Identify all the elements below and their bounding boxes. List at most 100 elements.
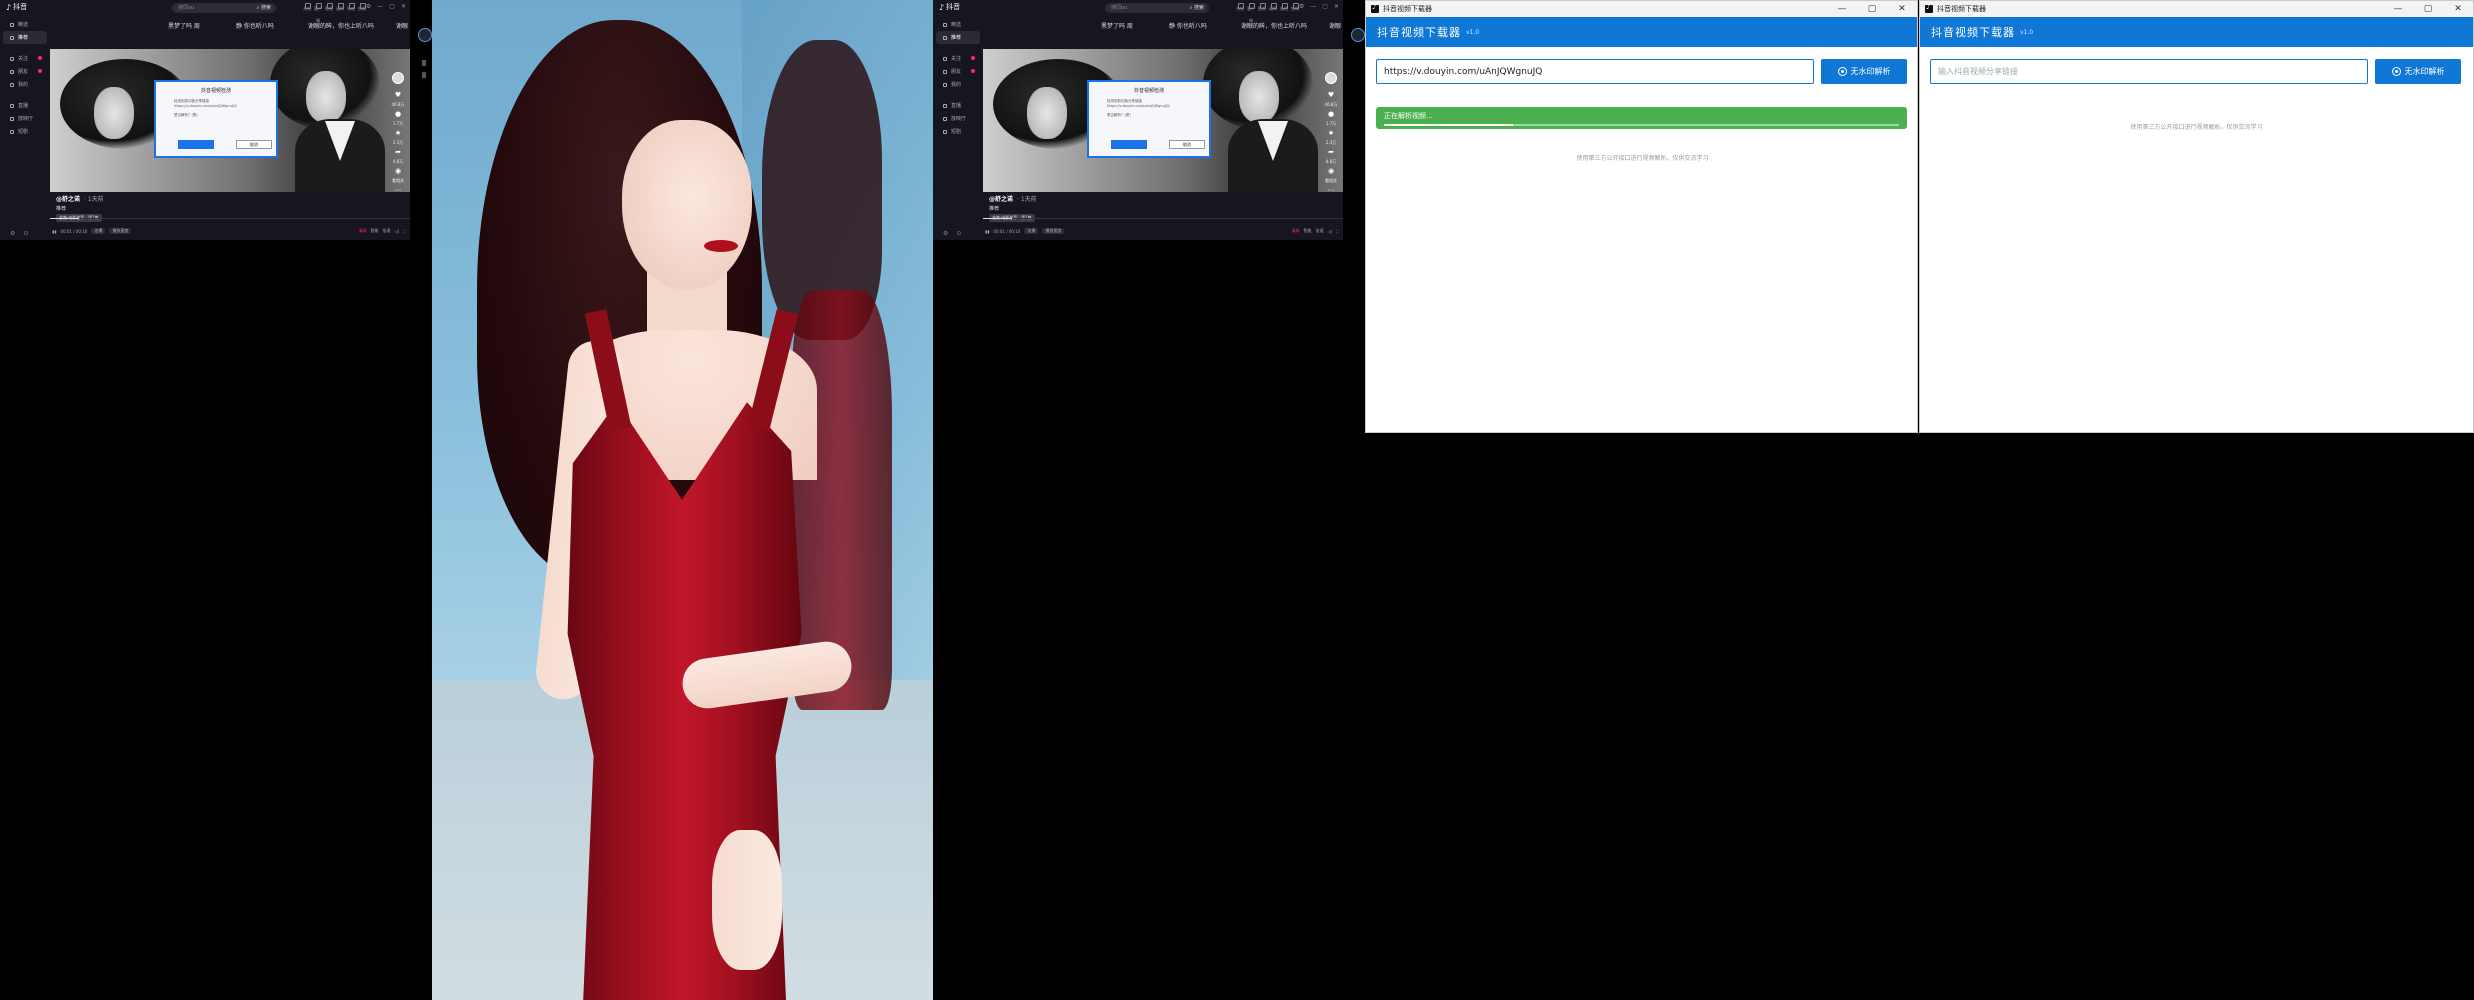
speed-pill[interactable]: 播放速度 [1042, 228, 1065, 234]
settings-icon[interactable]: ⚙ [1299, 3, 1304, 10]
share-icon[interactable]: ➦ [1328, 149, 1334, 156]
speed-button[interactable]: 倍速 [1316, 228, 1324, 234]
author-avatar[interactable] [1325, 72, 1337, 84]
author-name[interactable]: @舒之诺 [989, 196, 1013, 203]
title-bar[interactable]: 抖音视频下载器 —▢✕ [1920, 1, 2473, 17]
author-avatar[interactable] [392, 72, 404, 84]
sidebar-item-mine[interactable]: 我的 [933, 78, 983, 91]
sidebar-item-live[interactable]: 直播 [0, 99, 50, 112]
play-icon[interactable]: ▮▮ [985, 229, 989, 234]
like-icon[interactable]: ♥ [1328, 92, 1334, 99]
star-icon[interactable]: ★ [1328, 130, 1334, 137]
speed-pill[interactable]: 播放速度 [109, 228, 132, 234]
hot-topic[interactable]: 谢眼的眸，你也上听八吗 [1241, 21, 1307, 30]
video-progress[interactable] [983, 218, 1343, 219]
hot-topic[interactable]: 黑梦了吗 周 [1101, 21, 1133, 30]
parse-button[interactable]: 无水印解析 [2375, 59, 2461, 84]
speed-button[interactable]: 倍速 [383, 228, 391, 234]
sidebar-item-live[interactable]: 直播 [933, 99, 983, 112]
autoplay-pill[interactable]: 连播 [91, 228, 106, 234]
search-button[interactable]: ⌕ 搜索 [1187, 4, 1207, 12]
clear-screen-toggle[interactable]: 清屏 [1292, 228, 1300, 234]
floating-ball-icon[interactable] [418, 28, 432, 42]
close-icon[interactable]: ✕ [401, 3, 406, 10]
notify-icon[interactable]: 通知 [1269, 3, 1277, 13]
settings-icon[interactable]: ⚙ [366, 3, 371, 10]
minimize-icon[interactable]: — [1827, 1, 1857, 17]
hot-topic[interactable]: 静 你也听八吗 [236, 21, 274, 30]
client-icon[interactable]: 客户端 [314, 3, 322, 23]
hot-topic[interactable]: 谢眼 [1329, 21, 1341, 30]
related-icon[interactable]: ◉ [1328, 168, 1334, 175]
maximize-icon[interactable]: ▢ [1857, 1, 1887, 17]
comment-icon[interactable]: ● [1328, 111, 1334, 118]
share-icon[interactable]: ➦ [395, 149, 401, 156]
video-progress[interactable] [50, 218, 410, 219]
quality-button[interactable]: 智能 [1304, 228, 1312, 234]
douyin-logo[interactable]: ♪ 抖音 [6, 2, 27, 12]
author-name[interactable]: @舒之诺 [56, 196, 80, 203]
star-icon[interactable]: ★ [395, 130, 401, 137]
sidebar-item-featured[interactable]: 精选 [933, 18, 983, 31]
url-input[interactable] [1930, 59, 2368, 84]
search-input[interactable]: 搜同ou ⌕ 搜索 [172, 3, 276, 13]
sidebar-item-friends[interactable]: 朋友 [933, 65, 983, 78]
minimize-icon[interactable]: — [2383, 1, 2413, 17]
hot-topic[interactable]: 谢眼的眸，你也上听八吗 [308, 21, 374, 30]
fullscreen-icon[interactable]: ⛶ [403, 229, 406, 234]
close-icon[interactable]: ✕ [1334, 3, 1339, 10]
comment-icon[interactable]: ● [395, 111, 401, 118]
sidebar-item-friends[interactable]: 朋友 [0, 65, 50, 78]
more-icon[interactable]: ⋯ [1328, 187, 1335, 194]
hot-topic[interactable]: 黑梦了吗 周 [168, 21, 200, 30]
scroll-up-icon[interactable] [422, 60, 426, 66]
recharge-icon[interactable]: 充钻 [1236, 3, 1244, 13]
sidebar-item-cinema[interactable]: 放映厅 [933, 112, 983, 125]
hot-topic[interactable]: 谢眼 [396, 21, 408, 30]
search-input[interactable]: 搜同ou ⌕ 搜索 [1105, 3, 1209, 13]
dialog-ok-button[interactable] [1111, 140, 1147, 149]
settings-icon[interactable]: ⚙ [10, 230, 15, 237]
play-icon[interactable]: ▮▮ [52, 229, 56, 234]
floating-ball-icon[interactable] [1351, 28, 1365, 42]
parse-button[interactable]: 无水印解析 [1821, 59, 1907, 84]
upload-icon[interactable]: 投稿 [1291, 3, 1299, 13]
hot-topic[interactable]: 静 你也听八吗 [1169, 21, 1207, 30]
fullscreen-icon[interactable]: ⛶ [1336, 229, 1339, 234]
quality-button[interactable]: 智能 [371, 228, 379, 234]
dialog-cancel-button[interactable]: 取消 [236, 140, 272, 149]
message-icon[interactable]: 私信 [1280, 3, 1288, 13]
volume-icon[interactable]: ◁) [395, 229, 400, 234]
sidebar-item-drama[interactable]: 短剧 [933, 125, 983, 138]
autoplay-pill[interactable]: 连播 [1024, 228, 1039, 234]
message-icon[interactable]: 私信 [347, 3, 355, 13]
sidebar-item-featured[interactable]: 精选 [0, 18, 50, 31]
title-bar[interactable]: 抖音视频下载器 —▢✕ [1366, 1, 1917, 17]
sidebar-item-mine[interactable]: 我的 [0, 78, 50, 91]
notify-icon[interactable]: 通知 [336, 3, 344, 13]
sidebar-item-recommend[interactable]: 推荐 [3, 31, 47, 44]
scroll-down-icon[interactable] [422, 72, 426, 78]
like-icon[interactable]: ♥ [395, 92, 401, 99]
search-button[interactable]: ⌕ 搜索 [254, 4, 274, 12]
maximize-icon[interactable]: ▢ [1322, 3, 1328, 10]
sidebar-item-follow[interactable]: 关注 [933, 52, 983, 65]
sidebar-item-cinema[interactable]: 放映厅 [0, 112, 50, 125]
url-input[interactable] [1376, 59, 1814, 84]
sidebar-item-recommend[interactable]: 推荐 [936, 31, 980, 44]
minimize-icon[interactable]: — [377, 3, 383, 10]
sidebar-item-follow[interactable]: 关注 [0, 52, 50, 65]
douyin-logo[interactable]: ♪ 抖音 [939, 2, 960, 12]
dialog-ok-button[interactable] [178, 140, 214, 149]
maximize-icon[interactable]: ▢ [2413, 1, 2443, 17]
help-icon[interactable]: ⊙ [956, 230, 961, 237]
dialog-cancel-button[interactable]: 取消 [1169, 140, 1205, 149]
clear-screen-toggle[interactable]: 清屏 [359, 228, 367, 234]
wallpaper-icon[interactable]: 壁纸 [1258, 3, 1266, 13]
minimize-icon[interactable]: — [1310, 3, 1316, 10]
client-icon[interactable]: 客户端 [1247, 3, 1255, 23]
sidebar-item-drama[interactable]: 短剧 [0, 125, 50, 138]
maximize-icon[interactable]: ▢ [389, 3, 395, 10]
related-icon[interactable]: ◉ [395, 168, 401, 175]
volume-icon[interactable]: ◁) [1328, 229, 1333, 234]
